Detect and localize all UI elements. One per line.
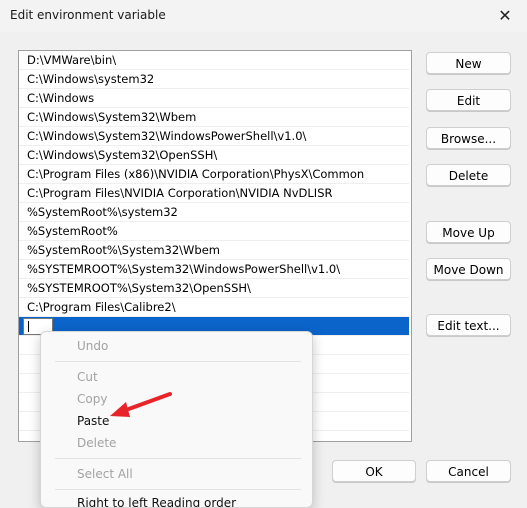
move-down-button[interactable]: Move Down [426, 258, 511, 280]
title-bar: Edit environment variable ✕ [0, 0, 527, 32]
list-item[interactable]: %SystemRoot% [19, 222, 409, 241]
close-icon[interactable]: ✕ [491, 2, 519, 30]
menu-separator [55, 458, 301, 459]
new-button[interactable]: New [426, 52, 511, 74]
list-item[interactable]: C:\Program Files\NVIDIA Corporation\NVID… [19, 184, 409, 203]
menu-item-undo[interactable]: Undo [77, 339, 108, 353]
edit-text-button[interactable]: Edit text... [426, 314, 511, 336]
menu-item-select-all[interactable]: Select All [77, 467, 133, 481]
list-item[interactable]: %SystemRoot%\system32 [19, 203, 409, 222]
list-item[interactable]: C:\Windows\System32\OpenSSH\ [19, 146, 409, 165]
red-arrow-icon [110, 392, 172, 417]
list-item[interactable]: C:\Windows [19, 89, 409, 108]
menu-item-rtl[interactable]: Right to left Reading order [77, 496, 236, 507]
move-up-button[interactable]: Move Up [426, 221, 511, 243]
window-title: Edit environment variable [10, 8, 166, 22]
list-item[interactable]: D:\VMWare\bin\ [19, 51, 409, 70]
menu-item-cut[interactable]: Cut [77, 370, 98, 384]
delete-button[interactable]: Delete [426, 164, 511, 186]
browse-button[interactable]: Browse... [426, 127, 511, 149]
list-item[interactable]: %SYSTEMROOT%\System32\OpenSSH\ [19, 279, 409, 298]
text-caret [28, 321, 29, 332]
list-item[interactable]: %SYSTEMROOT%\System32\WindowsPowerShell\… [19, 260, 409, 279]
menu-separator [55, 361, 301, 362]
menu-separator [55, 489, 301, 490]
list-item[interactable]: C:\Program Files (x86)\NVIDIA Corporatio… [19, 165, 409, 184]
list-item[interactable]: C:\Windows\System32\WindowsPowerShell\v1… [19, 127, 409, 146]
menu-item-copy[interactable]: Copy [77, 392, 107, 406]
edit-button[interactable]: Edit [426, 89, 511, 111]
ok-button[interactable]: OK [332, 460, 416, 482]
list-item[interactable]: C:\Windows\system32 [19, 70, 409, 89]
list-item[interactable]: C:\Windows\System32\Wbem [19, 108, 409, 127]
list-item[interactable]: %SystemRoot%\System32\Wbem [19, 241, 409, 260]
cancel-button[interactable]: Cancel [426, 460, 511, 482]
menu-item-delete[interactable]: Delete [77, 436, 116, 450]
list-item[interactable]: C:\Program Files\Calibre2\ [19, 298, 409, 317]
